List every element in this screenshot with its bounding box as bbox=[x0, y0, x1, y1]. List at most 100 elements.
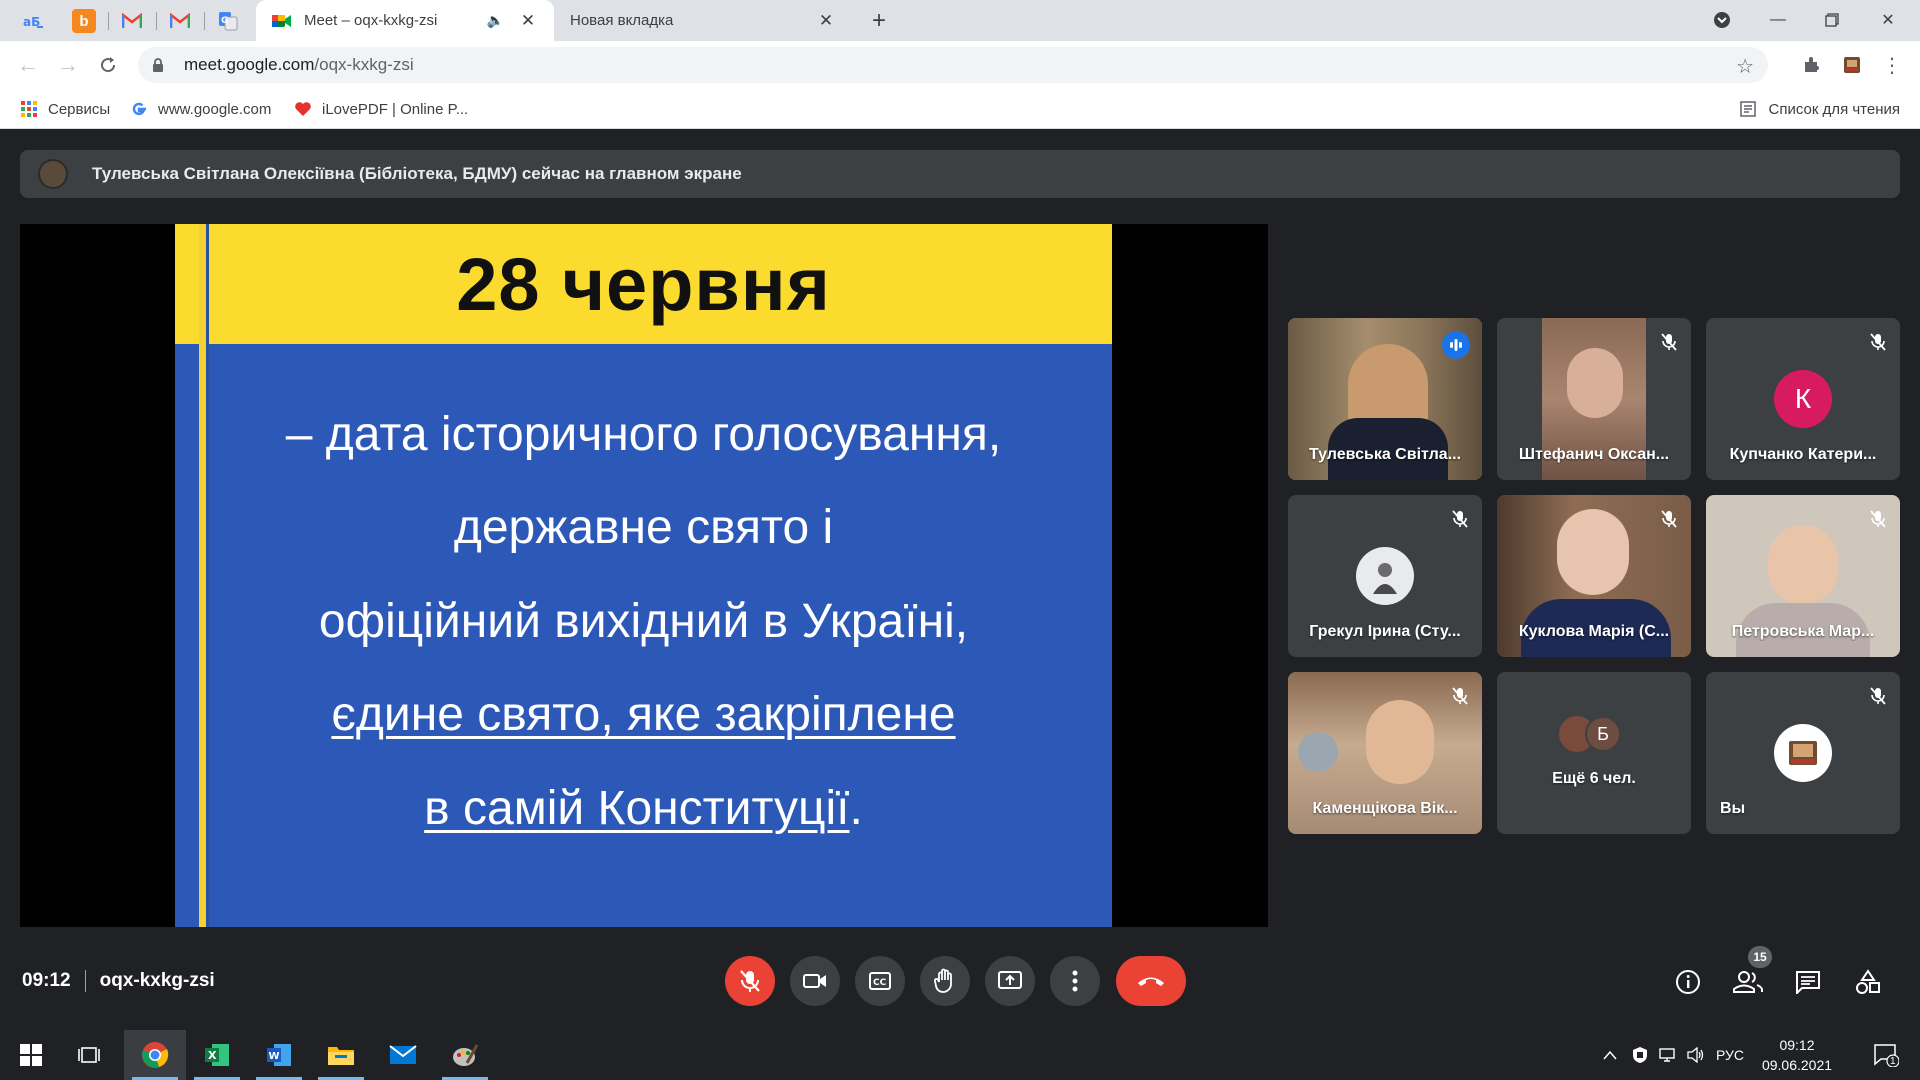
raise-hand-button[interactable] bbox=[920, 956, 970, 1006]
translate-icon: aБ bbox=[23, 15, 43, 29]
google-meet-icon bbox=[272, 11, 292, 31]
tab-audio-icon[interactable]: 🔈 bbox=[487, 12, 504, 29]
address-bar[interactable]: meet.google.com/oqx-kxkg-zsi ☆ bbox=[138, 47, 1768, 83]
back-arrow-icon[interactable]: ← bbox=[14, 51, 42, 79]
start-button[interactable] bbox=[0, 1030, 62, 1080]
slide-underlined-text: єдине свято, яке закріплене bbox=[331, 688, 956, 741]
more-options-button[interactable] bbox=[1050, 956, 1100, 1006]
participant-tile[interactable]: Грекул Ірина (Сту... bbox=[1288, 495, 1482, 657]
participant-avatar bbox=[1774, 724, 1832, 782]
window-close-icon[interactable]: ✕ bbox=[1868, 6, 1908, 34]
shapes-icon bbox=[1856, 969, 1880, 994]
meeting-info: 09:12 oqx-kxkg-zsi bbox=[22, 970, 215, 992]
taskbar-app-paint[interactable] bbox=[434, 1030, 496, 1080]
participants-button[interactable] bbox=[1732, 966, 1764, 998]
tray-security-icon[interactable] bbox=[1628, 1030, 1652, 1080]
tray-show-hidden-icon[interactable] bbox=[1598, 1030, 1622, 1080]
participant-tile[interactable]: Каменщікова Вік... bbox=[1288, 672, 1482, 834]
lock-icon[interactable] bbox=[152, 58, 174, 72]
pinned-tab-translate[interactable]: aБ bbox=[22, 9, 46, 33]
present-screen-button[interactable] bbox=[985, 956, 1035, 1006]
info-icon bbox=[1676, 970, 1700, 994]
tab-close-icon[interactable]: ✕ bbox=[816, 11, 836, 31]
taskbar-app-file-explorer[interactable] bbox=[310, 1030, 372, 1080]
task-view-icon bbox=[78, 1047, 100, 1063]
mic-toggle-button[interactable] bbox=[725, 956, 775, 1006]
notifications-button[interactable]: 1 bbox=[1866, 1030, 1906, 1080]
tab-close-icon[interactable]: ✕ bbox=[518, 11, 538, 31]
slide-line: – дата історичного голосування, bbox=[285, 408, 1002, 461]
meeting-details-button[interactable] bbox=[1672, 966, 1704, 998]
slide-line-underlined: в самій Конституції. bbox=[175, 781, 1112, 836]
participant-video bbox=[1567, 348, 1623, 418]
presentation-stage[interactable]: 28 червня – дата історичного голосування… bbox=[20, 224, 1268, 927]
camera-toggle-button[interactable] bbox=[790, 956, 840, 1006]
mic-off-icon bbox=[740, 970, 760, 992]
tab-separator bbox=[204, 12, 205, 30]
taskbar-clock[interactable]: 09:12 09.06.2021 bbox=[1752, 1035, 1842, 1075]
participant-tile-more[interactable]: Б Ещё 6 чел. bbox=[1497, 672, 1691, 834]
participant-tile-self[interactable]: Вы bbox=[1706, 672, 1900, 834]
extensions-puzzle-icon[interactable] bbox=[1800, 53, 1824, 77]
participant-tile[interactable]: Тулевська Світла... bbox=[1288, 318, 1482, 480]
tray-language[interactable]: РУС bbox=[1712, 1030, 1748, 1080]
profile-avatar-icon[interactable] bbox=[1840, 53, 1864, 77]
tab-meet[interactable]: Meet – oqx-kxkg-zsi 🔈 ✕ bbox=[256, 0, 554, 41]
taskbar-app-word[interactable]: W bbox=[248, 1030, 310, 1080]
bookmark-label: iLovePDF | Online P... bbox=[322, 100, 469, 118]
bookmark-google[interactable]: www.google.com bbox=[130, 97, 271, 121]
bookmark-star-icon[interactable]: ☆ bbox=[1736, 54, 1754, 79]
tab-search-icon[interactable] bbox=[1702, 6, 1742, 34]
participant-video bbox=[1366, 700, 1434, 784]
minimize-icon[interactable]: — bbox=[1758, 6, 1798, 34]
meeting-time: 09:12 bbox=[22, 970, 71, 991]
new-tab-plus-icon[interactable]: + bbox=[866, 7, 892, 34]
presenter-avatar bbox=[38, 159, 68, 189]
participant-name: Вы bbox=[1720, 800, 1746, 817]
mic-muted-icon bbox=[1657, 507, 1681, 531]
presenter-banner-text: Тулевська Світлана Олексіївна (Бібліотек… bbox=[92, 164, 742, 183]
notification-count: 1 bbox=[1890, 1056, 1896, 1067]
task-view-button[interactable] bbox=[58, 1030, 120, 1080]
windows-taskbar: X W РУС 09:12 09.06.2021 1 bbox=[0, 1030, 1920, 1080]
activities-button[interactable] bbox=[1852, 966, 1884, 998]
taskbar-app-mail[interactable] bbox=[372, 1030, 434, 1080]
slide-line-tail: . bbox=[849, 782, 863, 835]
more-participants-label: Ещё 6 чел. bbox=[1552, 770, 1636, 787]
bookmark-ilovepdf[interactable]: iLovePDF | Online P... bbox=[294, 97, 468, 121]
participant-count-badge: 15 bbox=[1748, 946, 1772, 968]
bookmark-label: www.google.com bbox=[158, 100, 272, 118]
reading-list[interactable]: Список для чтения bbox=[1740, 97, 1900, 121]
more-vert-icon bbox=[1072, 970, 1078, 992]
participant-tile[interactable]: Петровська Мар... bbox=[1706, 495, 1900, 657]
participant-tile[interactable]: К Купчанко Катери... bbox=[1706, 318, 1900, 480]
captions-button[interactable]: CC bbox=[855, 956, 905, 1006]
svg-text:W: W bbox=[269, 1051, 280, 1062]
taskbar-app-chrome[interactable] bbox=[124, 1030, 186, 1080]
browser-menu-icon[interactable]: ⋮ bbox=[1880, 53, 1904, 77]
participant-tile[interactable]: Штефанич Оксан... bbox=[1497, 318, 1691, 480]
forward-arrow-icon[interactable]: → bbox=[54, 51, 82, 79]
pinned-tab-blogger[interactable]: b bbox=[72, 9, 96, 33]
captions-icon: CC bbox=[869, 972, 891, 990]
participant-name: Купчанко Катери... bbox=[1729, 446, 1877, 463]
leave-call-button[interactable] bbox=[1116, 956, 1186, 1006]
gmail-icon bbox=[170, 13, 190, 28]
chat-button[interactable] bbox=[1792, 966, 1824, 998]
tab-separator bbox=[108, 12, 109, 30]
tray-network-icon[interactable] bbox=[1656, 1030, 1680, 1080]
bookmark-apps[interactable]: Сервисы bbox=[20, 97, 110, 121]
participant-tile[interactable]: Куклова Марія (С... bbox=[1497, 495, 1691, 657]
shared-slide: 28 червня – дата історичного голосування… bbox=[175, 224, 1112, 927]
restore-icon[interactable] bbox=[1812, 6, 1852, 34]
pinned-tab-gmail-1[interactable] bbox=[120, 9, 144, 33]
taskbar-app-excel[interactable]: X bbox=[186, 1030, 248, 1080]
tab-new-tab[interactable]: Новая вкладка ✕ bbox=[554, 0, 852, 41]
pinned-tab-google-translate[interactable]: G bbox=[216, 9, 240, 33]
pinned-tab-gmail-2[interactable] bbox=[168, 9, 192, 33]
tab-separator bbox=[156, 12, 157, 30]
tab-title: Новая вкладка bbox=[570, 12, 674, 29]
divider bbox=[84, 970, 86, 992]
tray-volume-icon[interactable] bbox=[1684, 1030, 1708, 1080]
reload-icon[interactable] bbox=[94, 51, 122, 79]
